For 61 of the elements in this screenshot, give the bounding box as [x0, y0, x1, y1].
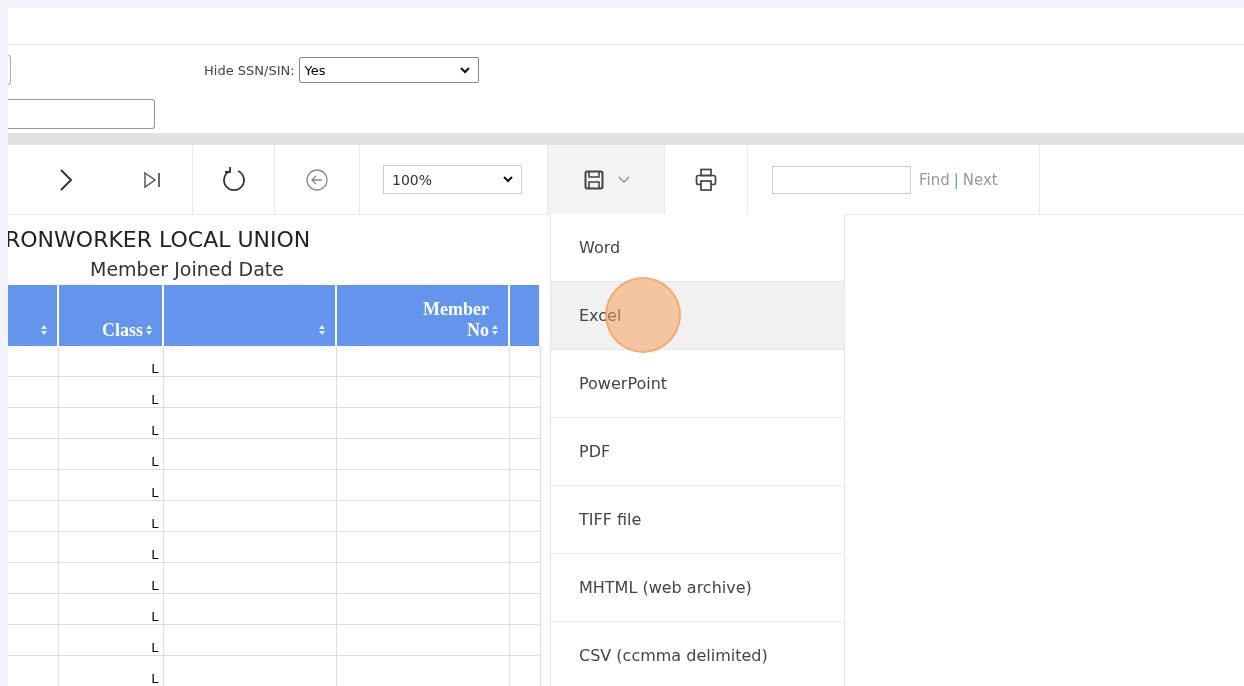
column-header[interactable] [8, 285, 58, 346]
zoom-select[interactable]: 100% [383, 165, 522, 194]
table-cell: L [58, 438, 163, 470]
sort-icon [146, 324, 152, 336]
input-field[interactable] [8, 99, 155, 129]
table-cell [509, 376, 540, 408]
table-cell [509, 346, 540, 377]
table-cell [509, 531, 540, 563]
menu-item[interactable]: TIFF file [551, 486, 844, 554]
table-cell [8, 407, 58, 439]
menu-item[interactable]: PowerPoint [551, 350, 844, 418]
table-cell [509, 593, 540, 625]
separator-text: | [953, 170, 959, 189]
table-cell: L [58, 376, 163, 408]
table-cell: L [58, 346, 163, 377]
back-icon[interactable] [306, 168, 328, 191]
menu-item[interactable]: PDF [551, 418, 844, 486]
menu-item[interactable]: CSV (ccmma delimited) [551, 622, 844, 686]
hide-ssn-select[interactable]: Yes [298, 57, 479, 83]
table-cell [8, 500, 58, 532]
refresh-icon[interactable] [220, 165, 247, 194]
table-cell [8, 376, 58, 408]
table-cell: L [58, 531, 163, 563]
table-cell [509, 407, 540, 439]
table-cell [8, 562, 58, 594]
table-cell [8, 624, 58, 656]
table-cell: L [58, 593, 163, 625]
table-cell: L [58, 562, 163, 594]
report-title: RONWORKER LOCAL UNION [8, 227, 312, 252]
sort-icon [41, 324, 47, 336]
table-cell: L [58, 655, 163, 686]
last-page-icon[interactable] [142, 169, 162, 190]
table-cell: L [58, 500, 163, 532]
table-cell: L [58, 624, 163, 656]
table-cell [8, 346, 58, 377]
chevron-down-icon [459, 66, 470, 74]
menu-item[interactable]: MHTML (web archive) [551, 554, 844, 622]
report-subtitle: Member Joined Date [90, 258, 285, 280]
table-cell [509, 469, 540, 501]
sort-icon [319, 324, 325, 336]
find-field[interactable] [772, 165, 911, 194]
export-button[interactable] [548, 145, 665, 214]
table-cell [509, 624, 540, 656]
sort-icon [492, 324, 498, 336]
chevron-down-icon [503, 176, 513, 183]
table-cell [8, 469, 58, 501]
print-icon[interactable] [695, 167, 717, 192]
table-cell: L [58, 407, 163, 439]
table-cell [509, 500, 540, 532]
hide-ssn-label: Hide SSN/SIN: [204, 62, 295, 78]
table-cell [509, 562, 540, 594]
next-page-icon[interactable] [58, 167, 74, 192]
caret-icon [618, 176, 630, 183]
table-cell [8, 531, 58, 563]
table-cell [8, 593, 58, 625]
table-cell [509, 438, 540, 470]
save-icon [584, 169, 604, 190]
table-cell [8, 438, 58, 470]
table-cell: L [58, 469, 163, 501]
column-header[interactable] [509, 285, 540, 346]
input-field[interactable] [8, 55, 11, 85]
